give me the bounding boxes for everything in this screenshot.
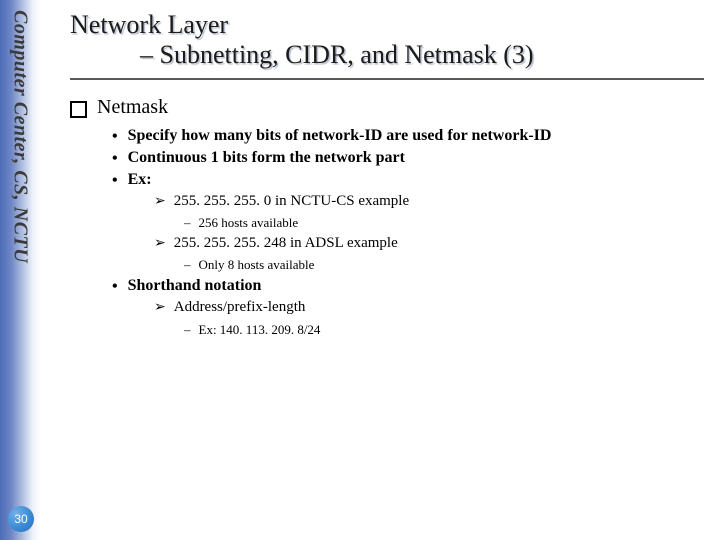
sidebar-gradient: Computer Center, CS, NCTU <box>0 0 40 540</box>
title-line-2: – Subnetting, CIDR, and Netmask (3) <box>70 40 704 70</box>
list-item: Continuous 1 bits form the network part <box>112 149 704 167</box>
list-item: Only 8 hosts available <box>184 257 704 273</box>
detail-text: Only 8 hosts available <box>199 257 315 273</box>
detail-list: Only 8 hosts available <box>184 257 704 273</box>
detail-list: 256 hosts available <box>184 215 704 231</box>
bullet-text: Continuous 1 bits form the network part <box>128 149 405 167</box>
list-item: Address/prefix-length <box>154 299 704 317</box>
example-list: 255. 255. 255. 0 in NCTU-CS example 256 … <box>154 193 704 273</box>
list-item: 256 hosts available <box>184 215 704 231</box>
sidebar-org-text: Computer Center, CS, NCTU <box>9 10 32 263</box>
detail-text: 256 hosts available <box>199 215 299 231</box>
example-text: Address/prefix-length <box>174 299 306 316</box>
bullet-list: Shorthand notation <box>112 277 704 295</box>
list-item: Ex: <box>112 171 704 189</box>
list-item: Ex: 140. 113. 209. 8/24 <box>184 322 704 338</box>
list-item: 255. 255. 255. 0 in NCTU-CS example <box>154 193 704 211</box>
page-number-badge: 30 <box>8 506 34 532</box>
example-list: Address/prefix-length Ex: 140. 113. 209.… <box>154 299 704 337</box>
list-item: 255. 255. 255. 248 in ADSL example <box>154 235 704 253</box>
title-underline <box>70 78 704 80</box>
list-item: Shorthand notation <box>112 277 704 295</box>
bullet-text: Specify how many bits of network-ID are … <box>128 127 552 145</box>
list-item: Specify how many bits of network-ID are … <box>112 127 704 145</box>
bullet-text: Ex: <box>128 171 152 189</box>
detail-text: Ex: 140. 113. 209. 8/24 <box>199 322 321 338</box>
bullet-text: Shorthand notation <box>128 277 262 295</box>
slide-title: Network Layer – Subnetting, CIDR, and Ne… <box>70 10 704 70</box>
slide-content: Network Layer – Subnetting, CIDR, and Ne… <box>70 10 704 341</box>
example-text: 255. 255. 255. 248 in ADSL example <box>174 235 398 252</box>
section-heading-text: Netmask <box>97 96 168 119</box>
bullet-list: Specify how many bits of network-ID are … <box>112 127 704 189</box>
section-heading: Netmask <box>70 96 704 119</box>
title-line-1: Network Layer <box>70 10 704 40</box>
detail-list: Ex: 140. 113. 209. 8/24 <box>184 322 704 338</box>
example-text: 255. 255. 255. 0 in NCTU-CS example <box>174 193 409 210</box>
